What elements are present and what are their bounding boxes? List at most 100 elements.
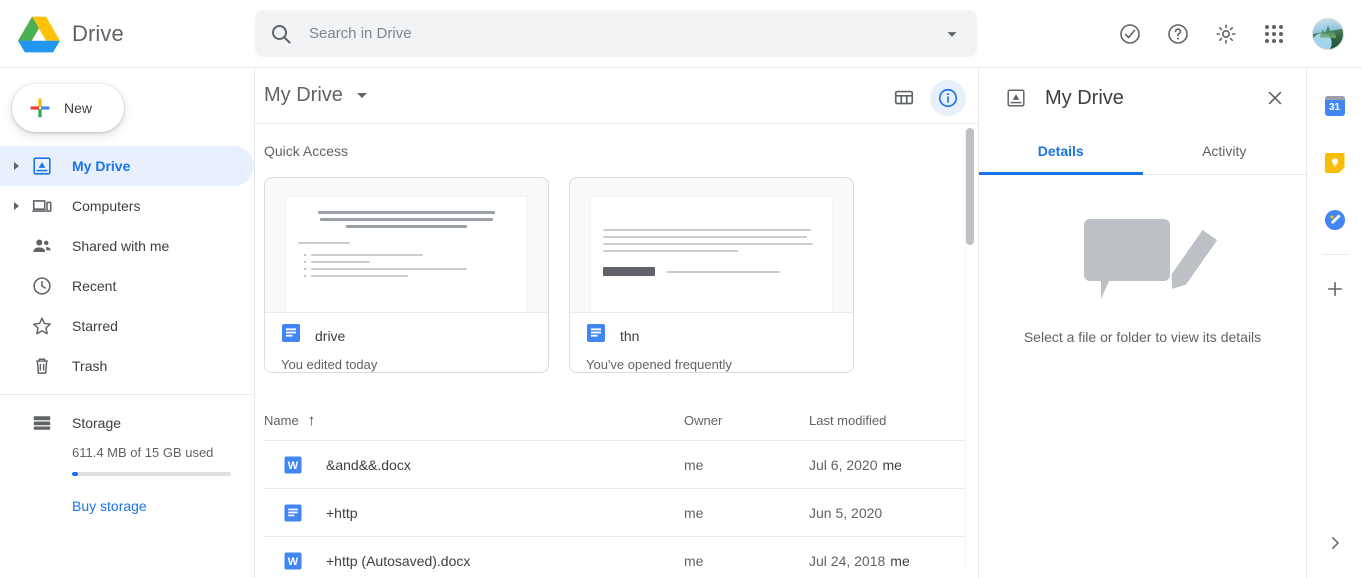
card-footer: thn You've opened frequently	[570, 312, 853, 372]
page-title-chevron-down-icon[interactable]	[353, 87, 371, 105]
table-row[interactable]: W &and&&.docx me Jul 6, 2020 me	[264, 441, 964, 489]
scrollbar-thumb[interactable]	[966, 128, 974, 245]
table-header-row: Name ↑ Owner Last modified	[264, 401, 964, 441]
storage-progress-fill	[72, 472, 79, 476]
details-empty-state: Select a file or folder to view its deta…	[979, 175, 1306, 345]
info-circle-icon[interactable]	[930, 80, 966, 116]
word-doc-icon: W	[283, 551, 303, 571]
quick-access-card[interactable]: drive You edited today	[264, 177, 549, 373]
settings-gear-icon[interactable]	[1204, 12, 1248, 56]
right-side-rail: 31	[1306, 68, 1362, 578]
calendar-day-number: 31	[1328, 102, 1341, 113]
file-name: +http	[326, 504, 358, 521]
google-drive-window: Drive Search in Drive New My Drive Compu…	[0, 0, 1362, 578]
file-list-table: Name ↑ Owner Last modified W &and&&.docx…	[264, 401, 964, 578]
expand-triangle-icon[interactable]	[8, 202, 24, 210]
file-modified-by: me	[890, 552, 910, 569]
file-modified-date: Jul 6, 2020	[809, 456, 878, 473]
support-icon[interactable]	[1108, 12, 1152, 56]
details-empty-text: Select a file or folder to view its deta…	[1023, 329, 1262, 345]
google-docs-icon	[586, 323, 606, 348]
details-panel-header: My Drive	[979, 68, 1306, 128]
card-footer: drive You edited today	[265, 312, 548, 372]
sidebar-item-label: Trash	[72, 358, 108, 374]
column-header-name[interactable]: Name ↑	[264, 412, 684, 429]
close-icon[interactable]	[1258, 81, 1292, 115]
search-bar[interactable]	[255, 10, 977, 57]
trash-icon	[30, 354, 54, 378]
chevron-right-icon[interactable]	[1318, 526, 1352, 560]
plus-icon	[28, 96, 52, 120]
sidebar-item-storage[interactable]: Storage	[0, 403, 254, 443]
file-name: +http (Autosaved).docx	[326, 552, 471, 569]
clock-icon	[30, 274, 54, 298]
page-title: My Drive	[264, 84, 343, 106]
thumbnail-title	[298, 211, 515, 228]
brand[interactable]: Drive	[0, 15, 255, 53]
search-input[interactable]	[309, 25, 941, 42]
expand-triangle-icon[interactable]	[8, 162, 24, 170]
new-button[interactable]: New	[12, 84, 124, 132]
quick-access-card[interactable]: thn You've opened frequently	[569, 177, 854, 373]
google-calendar-icon[interactable]: 31	[1315, 86, 1355, 126]
file-modified-date: Jul 24, 2018	[809, 552, 886, 569]
sidebar-item-starred[interactable]: Starred	[0, 306, 254, 346]
google-docs-icon	[281, 323, 301, 348]
details-panel-tabs: Details Activity	[979, 128, 1306, 175]
google-tasks-icon[interactable]	[1315, 200, 1355, 240]
sidebar-item-label: Shared with me	[72, 238, 170, 254]
sidebar-item-computers[interactable]: Computers	[0, 186, 254, 226]
word-doc-icon: W	[283, 455, 303, 475]
details-panel-title: My Drive	[1045, 86, 1124, 109]
add-on-plus-icon[interactable]	[1315, 269, 1355, 309]
google-docs-icon	[283, 503, 303, 523]
computers-icon	[30, 194, 54, 218]
google-apps-grid-icon[interactable]	[1252, 12, 1296, 56]
view-controls	[886, 80, 966, 116]
thumbnail-bullets	[298, 254, 515, 277]
storage-progress-bar	[72, 472, 231, 476]
tab-activity[interactable]: Activity	[1143, 128, 1307, 174]
star-icon	[30, 314, 54, 338]
table-row[interactable]: +http me Jun 5, 2020	[264, 489, 964, 537]
file-modified-date: Jun 5, 2020	[809, 504, 883, 521]
sidebar-item-label: Starred	[72, 318, 118, 334]
vertical-scrollbar[interactable]	[965, 128, 974, 568]
sidebar-item-trash[interactable]: Trash	[0, 346, 254, 386]
tab-details[interactable]: Details	[979, 128, 1143, 175]
google-keep-icon[interactable]	[1315, 143, 1355, 183]
sidebar-item-label: Computers	[72, 198, 141, 214]
user-avatar[interactable]	[1312, 17, 1344, 50]
sidebar-item-label: My Drive	[72, 158, 131, 174]
sidebar-nav: My Drive Computers Shared with me Recent…	[0, 146, 254, 386]
top-bar-icons	[1108, 12, 1362, 56]
thumbnail-button	[603, 267, 655, 276]
sidebar-item-recent[interactable]: Recent	[0, 266, 254, 306]
svg-text:W: W	[288, 556, 299, 568]
quick-access-heading: Quick Access	[264, 143, 349, 159]
sidebar-item-shared-with-me[interactable]: Shared with me	[0, 226, 254, 266]
file-modified: Jun 5, 2020	[809, 505, 964, 521]
help-icon[interactable]	[1156, 12, 1200, 56]
buy-storage-link[interactable]: Buy storage	[0, 498, 254, 514]
search-icon	[269, 22, 293, 46]
my-drive-icon	[1005, 87, 1027, 109]
column-header-name-label: Name	[264, 413, 299, 428]
storage-usage-text: 611.4 MB of 15 GB used	[72, 445, 214, 460]
card-file-name: drive	[315, 327, 346, 344]
grid-view-icon[interactable]	[886, 80, 922, 116]
details-panel: My Drive Details Activity Select a file …	[978, 68, 1306, 578]
sidebar-item-label: Recent	[72, 278, 117, 294]
table-row[interactable]: W +http (Autosaved).docx me Jul 24, 2018…	[264, 537, 964, 578]
arrow-up-icon: ↑	[307, 412, 316, 429]
card-subtitle: You edited today	[281, 357, 378, 372]
column-header-last-modified[interactable]: Last modified	[809, 413, 964, 428]
column-header-owner[interactable]: Owner	[684, 413, 809, 428]
sidebar-item-my-drive[interactable]: My Drive	[0, 146, 254, 186]
file-modified: Jul 6, 2020 me	[809, 457, 964, 473]
main-header: My Drive	[255, 68, 978, 124]
file-modified-by: me	[882, 456, 902, 473]
file-modified: Jul 24, 2018 me	[809, 553, 964, 569]
search-options-chevron-down-icon[interactable]	[941, 23, 963, 45]
top-bar: Drive	[0, 0, 1362, 68]
